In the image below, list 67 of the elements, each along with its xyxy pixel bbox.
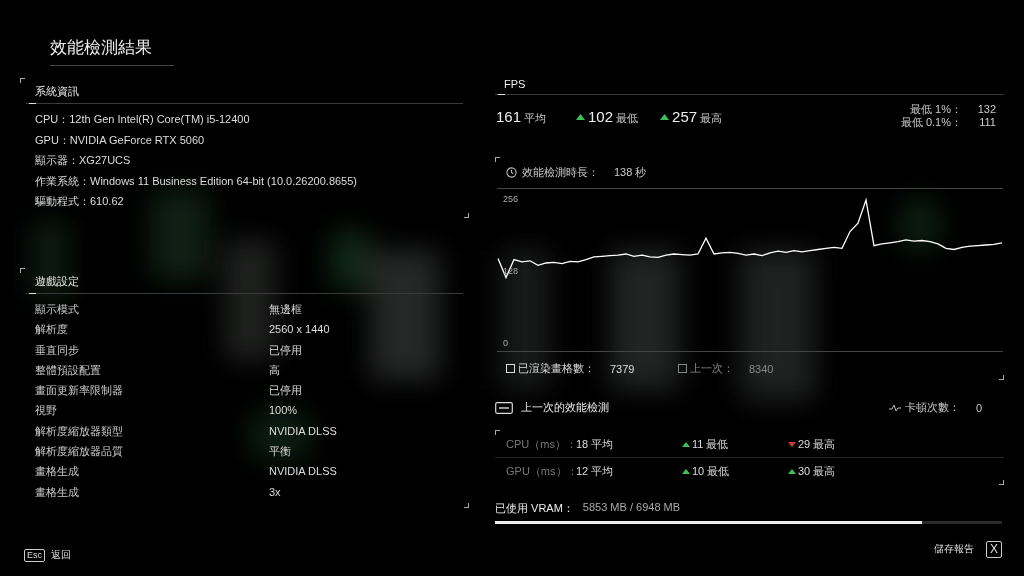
system-info-text: CPU：12th Gen Intel(R) Core(TM) i5-12400	[34, 112, 251, 127]
pulse-icon	[888, 403, 901, 412]
timing-minimum: 11 最低	[692, 436, 729, 452]
setting-value: 2560 x 1440	[269, 322, 330, 338]
section-heading: FPS	[504, 78, 526, 90]
clock-icon	[506, 166, 517, 178]
setting-value: 平衡	[269, 444, 291, 460]
setting-value: 100%	[269, 403, 298, 419]
system-info-text: 顯示器：XG27UCS	[34, 153, 132, 169]
stat-value: 257	[672, 108, 698, 125]
page-title: 效能檢測結果	[50, 36, 174, 66]
timing-average: 18 平均	[576, 436, 615, 452]
back-button[interactable]: Esc 返回	[24, 548, 71, 562]
stutter-label: 卡頓次數：	[904, 400, 960, 415]
setting-label: 畫格生成	[35, 464, 80, 480]
stat-label: 平均	[524, 111, 547, 126]
setting-label: 解析度縮放器類型	[35, 423, 124, 439]
system-info-text: 作業系統：Windows 11 Business Edition 64-bit (10.0.26200.8655)	[34, 173, 358, 189]
duration-label: 效能檢測時長：	[522, 164, 599, 180]
stutter-value: 0	[975, 401, 982, 414]
setting-label: 顯示模式	[35, 301, 80, 317]
setting-value: 無邊框	[269, 301, 302, 317]
setting-label: 視野	[35, 403, 58, 419]
esc-key-icon: Esc	[24, 548, 45, 562]
setting-value: 已停用	[269, 383, 302, 399]
legend-value: 7379	[610, 362, 635, 375]
setting-value: NVIDIA DLSS	[269, 464, 337, 480]
timing-maximum: 29 最高	[798, 436, 836, 452]
stat-value: 102	[588, 108, 614, 125]
duration-value: 138 秒	[614, 164, 647, 180]
setting-value: 3x	[269, 484, 281, 500]
save-report-button[interactable]: 儲存報告 X	[934, 536, 1002, 562]
system-info-text: 驅動程式：610.62	[34, 194, 125, 210]
axis-tick-label: 0	[503, 338, 508, 348]
section-heading: 系統資訊	[35, 85, 79, 97]
low-label: 最低 0.1%：	[900, 116, 962, 129]
low-value: 111	[978, 116, 996, 129]
timing-maximum: 30 最高	[798, 463, 836, 479]
stat-value: 161	[496, 108, 522, 125]
previous-run-label: 上一次的效能檢測	[521, 400, 609, 415]
system-info-text: GPU：NVIDIA GeForce RTX 5060	[34, 132, 206, 148]
axis-tick-label: 256	[503, 194, 519, 204]
setting-value: 高	[269, 362, 280, 378]
setting-label: 整體預設配置	[35, 362, 102, 378]
setting-value: 已停用	[269, 342, 302, 358]
timing-average: 12 平均	[576, 463, 615, 479]
vram-label: 已使用 VRAM：	[495, 501, 574, 516]
legend-label: 已渲染畫格數：	[518, 361, 595, 376]
save-label: 儲存報告	[934, 542, 974, 556]
minus-box-icon	[495, 401, 513, 414]
setting-label: 解析度縮放器品質	[35, 444, 124, 460]
vram-value: 5853 MB / 6948 MB	[582, 501, 681, 515]
setting-value: NVIDIA DLSS	[269, 423, 337, 439]
setting-label: 解析度	[35, 322, 69, 338]
setting-label: 畫格生成	[35, 484, 80, 500]
legend-value: 8340	[749, 362, 774, 375]
setting-label: 垂直同步	[35, 342, 80, 358]
low-label: 最低 1%：	[910, 103, 962, 116]
legend-label: 上一次：	[690, 361, 734, 376]
setting-label: 畫面更新率限制器	[35, 383, 124, 399]
x-key-icon: X	[986, 540, 1002, 558]
stat-label: 最高	[700, 111, 723, 126]
back-label: 返回	[51, 548, 71, 562]
timing-minimum: 10 最低	[692, 463, 730, 479]
stat-label: 最低	[616, 111, 639, 126]
low-value: 132	[976, 103, 996, 116]
section-heading: 遊戲設定	[35, 274, 79, 287]
